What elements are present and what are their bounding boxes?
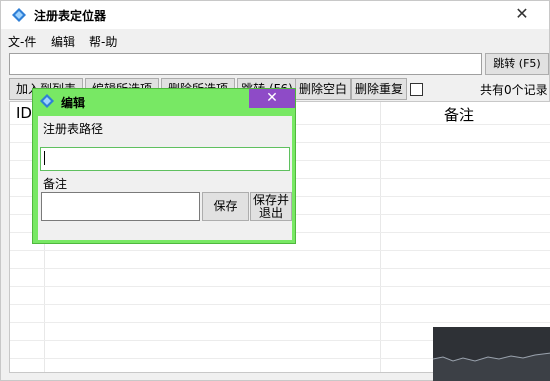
note-input[interactable] — [41, 192, 200, 221]
row-divider — [10, 250, 550, 251]
save-button[interactable]: 保存 — [202, 192, 249, 221]
registry-path-input[interactable] — [40, 147, 290, 171]
menu-bar: 文-件 编辑 帮-助 — [1, 31, 549, 51]
background-thumbnail — [433, 327, 550, 381]
menu-edit[interactable]: 编辑 — [51, 33, 75, 50]
note-label: 备注 — [40, 174, 71, 193]
row-divider — [10, 268, 550, 269]
jump-button[interactable]: 跳转 (F5) — [485, 53, 549, 75]
window-title: 注册表定位器 — [34, 9, 107, 23]
edit-dialog: 编辑 ✕ 注册表路径 备注 保存 保存并 退出 — [32, 88, 296, 244]
dialog-title: 编辑 — [61, 96, 86, 110]
dialog-close-icon[interactable]: ✕ — [249, 89, 295, 108]
delete-blank-button[interactable]: 删除空白 — [295, 78, 351, 100]
registry-path-label: 注册表路径 — [40, 119, 107, 138]
close-icon[interactable]: ✕ — [499, 3, 545, 25]
menu-help[interactable]: 帮-助 — [89, 33, 117, 50]
row-divider — [10, 286, 550, 287]
path-input[interactable] — [9, 53, 482, 75]
column-header-id[interactable]: ID — [16, 104, 32, 122]
delete-duplicate-button[interactable]: 删除重复 — [351, 78, 407, 100]
text-caret — [44, 151, 45, 165]
app-icon — [11, 7, 27, 23]
dialog-app-icon — [39, 93, 55, 109]
menu-file[interactable]: 文-件 — [8, 33, 36, 50]
title-bar: 注册表定位器 ✕ — [1, 1, 549, 29]
record-count: 共有0个记录 — [480, 83, 548, 97]
dialog-body: 注册表路径 备注 保存 保存并 退出 — [38, 116, 292, 240]
row-divider — [10, 322, 550, 323]
save-and-exit-button[interactable]: 保存并 退出 — [250, 192, 292, 221]
row-divider — [10, 304, 550, 305]
column-header-note[interactable]: 备注 — [444, 104, 474, 125]
option-checkbox[interactable] — [410, 83, 423, 96]
